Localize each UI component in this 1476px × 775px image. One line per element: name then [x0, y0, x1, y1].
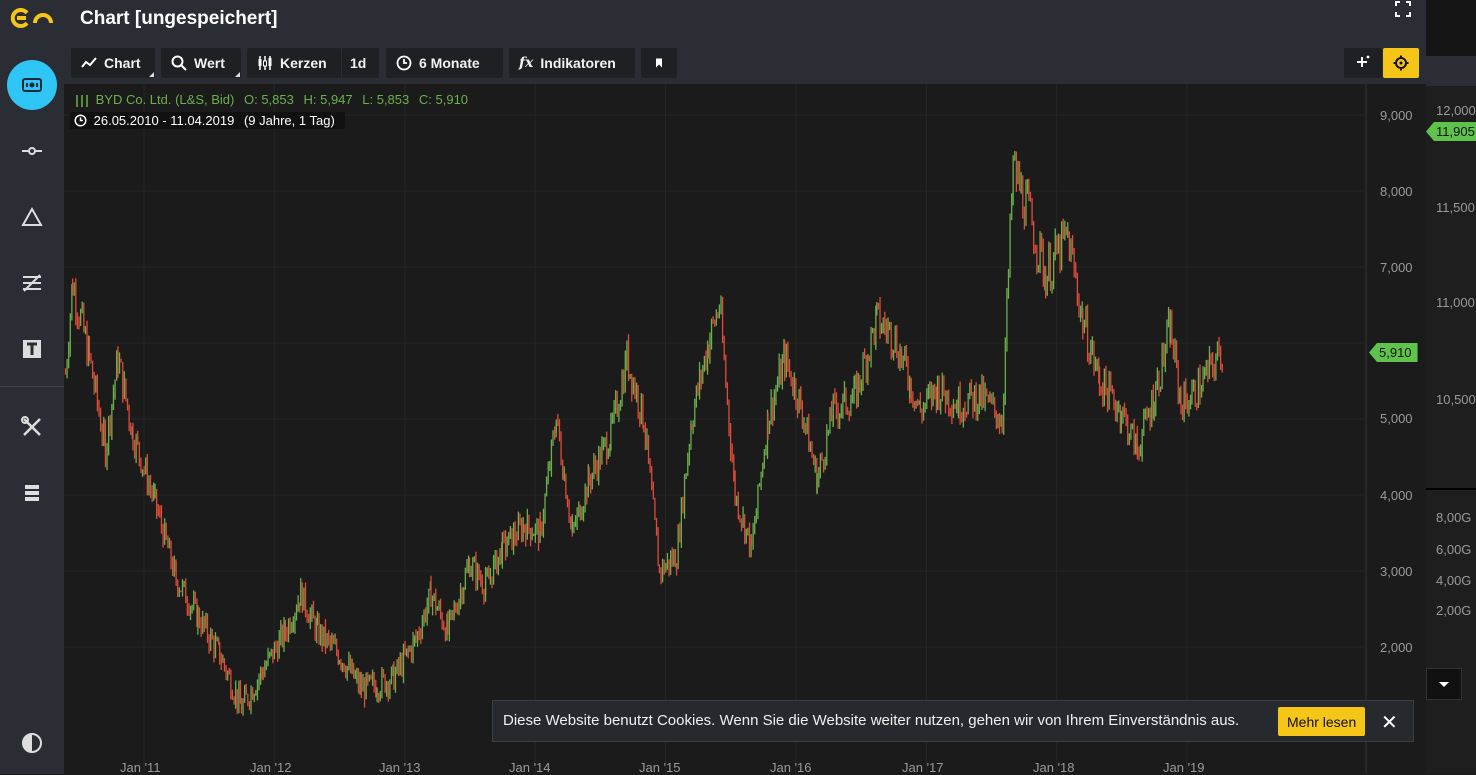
candlestick-icon	[76, 94, 88, 107]
price-axis-label: 9,000	[1380, 108, 1413, 123]
dropdown-corner-icon	[149, 72, 154, 77]
window-header: Chart [ungespeichert]	[64, 0, 1426, 42]
settings-button[interactable]	[1383, 48, 1419, 78]
secondary-axis-label: 10,500	[1436, 392, 1476, 407]
price-axis-label: 7,000	[1380, 260, 1413, 275]
candle-style-label: Kerzen	[280, 55, 327, 71]
cookie-text: Diese Website benutzt Cookies. Wenn Sie …	[503, 712, 1240, 729]
legend-close: C: 5,910	[418, 92, 469, 107]
current-price-tag: 5,910	[1369, 343, 1418, 362]
sidebar-item-layout[interactable]	[5, 470, 59, 516]
secondary-axis-label: 11,500	[1436, 200, 1475, 215]
secondary-axis-label: 11,000	[1436, 295, 1475, 310]
chevron-down-icon	[1439, 682, 1449, 687]
toolbar: Chart Wert Kerzen 1d 6 Monate fx Indikat…	[64, 42, 1426, 84]
text-icon	[23, 340, 41, 358]
price-axis-label: 8,000	[1380, 184, 1413, 199]
secondary-price-tag: 11,905	[1426, 122, 1476, 141]
panel-dropdown-button[interactable]	[1426, 668, 1462, 700]
gear-icon	[1393, 55, 1409, 71]
price-axis-label: 3,000	[1380, 564, 1413, 579]
contrast-icon	[22, 733, 42, 753]
sidebar-item-line-tool[interactable]	[5, 128, 59, 174]
date-range: 26.05.2010 - 11.04.2019	[93, 113, 235, 128]
sparkle-icon	[1357, 55, 1370, 67]
timerange-button[interactable]: 6 Monate	[386, 48, 503, 78]
price-axis-label: 2,000	[1380, 640, 1413, 655]
triangle-icon	[21, 206, 43, 226]
time-axis-label: Jan '13	[379, 760, 421, 775]
symbol-search-button[interactable]: Wert	[161, 48, 241, 78]
legend-high: H: 5,947	[303, 92, 353, 107]
indicators-button[interactable]: fx Indikatoren	[509, 48, 635, 78]
cookie-close-button[interactable]: ✕	[1381, 710, 1398, 735]
sidebar-divider	[0, 386, 64, 387]
sidebar-item-text[interactable]	[5, 326, 59, 372]
fullscreen-icon[interactable]	[1394, 0, 1412, 18]
legend-open: O: 5,853	[243, 92, 294, 107]
time-axis-label: Jan '18	[1033, 760, 1075, 775]
candle-style-button[interactable]: Kerzen	[247, 48, 341, 78]
chart-legend: BYD Co. Ltd. (L&S, Bid) O: 5,853 H: 5,94…	[74, 92, 474, 107]
right-header-strip	[1426, 0, 1476, 56]
interval-button[interactable]: 1d	[342, 48, 379, 78]
secondary-panel-header	[1426, 56, 1476, 86]
time-axis-label: Jan '16	[770, 760, 812, 775]
tools-icon	[21, 416, 41, 436]
sidebar-item-theme[interactable]	[5, 720, 59, 766]
logo-icon[interactable]	[7, 6, 55, 30]
price-axis-label: 5,000	[1380, 411, 1413, 426]
indicators-label: Indikatoren	[540, 55, 616, 71]
volume-axis-label: 4,00G	[1436, 573, 1472, 588]
date-duration: (9 Jahre, 1 Tag)	[243, 113, 335, 128]
interval-label: 1d	[350, 55, 367, 71]
secondary-axis-label: 12,000	[1436, 103, 1476, 118]
time-axis-label: Jan '14	[509, 760, 551, 775]
time-axis-label: Jan '15	[639, 760, 681, 775]
time-axis-label: Jan '11	[120, 760, 161, 775]
sidebar-item-tools[interactable]	[5, 404, 59, 450]
price-series	[64, 151, 1223, 716]
price-axis-label: 4,000	[1380, 488, 1413, 503]
chart-type-button[interactable]: Chart	[71, 48, 155, 78]
time-axis-label: Jan '12	[250, 760, 292, 775]
search-icon	[171, 55, 187, 71]
volume-axis-label: 8,00G	[1436, 510, 1472, 525]
price-chart[interactable]	[64, 84, 1426, 774]
volume-axis-label: 6,00G	[1436, 542, 1472, 557]
sidebar-item-fibonacci[interactable]	[5, 260, 59, 306]
chart-grid	[64, 84, 1364, 774]
clock-icon	[396, 55, 412, 71]
fibonacci-icon	[23, 274, 41, 292]
page-title: Chart [ungespeichert]	[80, 8, 278, 29]
legend-low: L: 5,853	[362, 92, 410, 107]
line-chart-icon	[81, 57, 97, 68]
sidebar-item-chart[interactable]	[5, 60, 59, 110]
time-axis-label: Jan '17	[902, 760, 944, 775]
ticket-icon	[22, 78, 42, 92]
timerange-label: 6 Monate	[419, 55, 480, 71]
line-tool-icon	[22, 147, 42, 155]
bookmark-icon	[656, 58, 662, 68]
cookie-more-button[interactable]: Mehr lesen	[1278, 707, 1366, 736]
instrument-name: BYD Co. Ltd. (L&S, Bid)	[95, 92, 235, 107]
clock-icon	[74, 114, 87, 127]
candlestick-icon	[258, 56, 272, 70]
volume-axis-label: 2,00G	[1436, 603, 1472, 618]
bookmark-button[interactable]	[641, 48, 677, 78]
fx-icon: fx	[519, 55, 534, 71]
chart-type-label: Chart	[104, 55, 141, 71]
dropdown-corner-icon	[235, 72, 240, 77]
layout-icon	[25, 485, 39, 501]
symbol-search-label: Wert	[194, 55, 225, 71]
date-range-label: 26.05.2010 - 11.04.2019 (9 Jahre, 1 Tag)	[70, 112, 345, 129]
cookie-banner: Diese Website benutzt Cookies. Wenn Sie …	[492, 700, 1414, 742]
sidebar	[0, 0, 65, 774]
time-axis-label: Jan '19	[1163, 760, 1205, 775]
magic-button[interactable]	[1344, 48, 1382, 78]
sidebar-item-shapes[interactable]	[5, 194, 59, 240]
